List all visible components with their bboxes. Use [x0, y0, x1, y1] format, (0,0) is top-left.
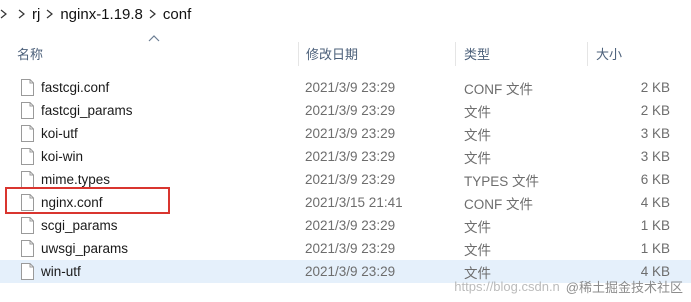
file-type: CONF 文件 — [464, 81, 533, 97]
file-modified: 2021/3/9 23:29 — [305, 149, 396, 164]
chevron-right-icon[interactable] — [0, 2, 8, 26]
file-size: 1 KB — [640, 218, 670, 233]
column-header-modified-label: 修改日期 — [306, 47, 359, 62]
column-header-size-label: 大小 — [596, 47, 623, 62]
chevron-right-icon[interactable] — [42, 2, 58, 26]
file-type: 文件 — [464, 127, 491, 143]
file-icon — [21, 263, 34, 280]
chevron-right-icon[interactable] — [14, 2, 30, 26]
file-modified: 2021/3/9 23:29 — [305, 126, 396, 141]
file-row[interactable]: fastcgi.conf 2021/3/9 23:29 CONF 文件 2 KB — [0, 76, 691, 99]
file-name: scgi_params — [41, 218, 118, 233]
file-icon — [21, 102, 34, 119]
file-icon — [21, 79, 34, 96]
watermark-brand: @稀土掘金技术社区 — [565, 280, 683, 295]
watermark-url: https://blog.csdn.n — [454, 279, 560, 294]
file-explorer-window: rj nginx-1.19.8 conf 名称 修改日期 类型 大小 fastc… — [0, 0, 691, 302]
file-modified: 2021/3/9 23:29 — [305, 80, 396, 95]
file-modified: 2021/3/9 23:29 — [305, 218, 396, 233]
file-modified: 2021/3/9 23:29 — [305, 241, 396, 256]
chevron-right-icon[interactable] — [145, 2, 161, 26]
file-modified: 2021/3/9 23:29 — [305, 264, 396, 279]
file-icon — [21, 125, 34, 142]
file-row[interactable]: koi-win 2021/3/9 23:29 文件 3 KB — [0, 145, 691, 168]
file-row[interactable]: koi-utf 2021/3/9 23:29 文件 3 KB — [0, 122, 691, 145]
file-row[interactable]: scgi_params 2021/3/9 23:29 文件 1 KB — [0, 214, 691, 237]
column-header-name[interactable]: 名称 — [0, 35, 299, 69]
column-header-size[interactable]: 大小 — [588, 38, 691, 69]
file-modified: 2021/3/9 23:29 — [305, 172, 396, 187]
file-size: 2 KB — [640, 103, 670, 118]
file-size: 6 KB — [640, 172, 670, 187]
column-header-name-label: 名称 — [17, 47, 44, 62]
sort-ascending-icon — [148, 35, 160, 42]
column-header-modified[interactable]: 修改日期 — [299, 38, 456, 69]
file-name: win-utf — [41, 264, 81, 279]
column-header-type[interactable]: 类型 — [456, 38, 588, 69]
file-size: 3 KB — [640, 126, 670, 141]
file-size: 4 KB — [640, 195, 670, 210]
file-name: koi-win — [41, 149, 84, 164]
breadcrumb-item-conf[interactable]: conf — [161, 2, 193, 26]
breadcrumb-item-nginx[interactable]: nginx-1.19.8 — [58, 2, 145, 26]
file-type: CONF 文件 — [464, 196, 533, 212]
breadcrumb: rj nginx-1.19.8 conf — [0, 0, 691, 28]
file-name: koi-utf — [41, 126, 78, 141]
file-row[interactable]: fastcgi_params 2021/3/9 23:29 文件 2 KB — [0, 99, 691, 122]
breadcrumb-item-rj[interactable]: rj — [30, 2, 42, 26]
file-name: uwsgi_params — [41, 241, 129, 256]
file-icon — [21, 217, 34, 234]
file-type: TYPES 文件 — [464, 173, 540, 189]
file-type: 文件 — [464, 219, 491, 235]
file-size: 3 KB — [640, 149, 670, 164]
file-modified: 2021/3/9 23:29 — [305, 103, 396, 118]
file-name: fastcgi.conf — [41, 80, 110, 95]
file-name: fastcgi_params — [41, 103, 133, 118]
file-icon — [21, 148, 34, 165]
file-size: 1 KB — [640, 241, 670, 256]
file-type: 文件 — [464, 150, 491, 166]
file-row[interactable]: uwsgi_params 2021/3/9 23:29 文件 1 KB — [0, 237, 691, 260]
file-size: 2 KB — [640, 80, 670, 95]
file-type: 文件 — [464, 242, 491, 258]
highlight-annotation-box — [5, 187, 170, 214]
file-modified: 2021/3/15 21:41 — [305, 195, 403, 210]
file-type: 文件 — [464, 104, 491, 120]
file-list: fastcgi.conf 2021/3/9 23:29 CONF 文件 2 KB… — [0, 76, 691, 283]
column-header-type-label: 类型 — [464, 47, 491, 62]
file-icon — [21, 240, 34, 257]
file-icon — [21, 171, 34, 188]
watermark: https://blog.csdn.n @稀土掘金技术社区 — [454, 277, 683, 296]
column-header: 名称 修改日期 类型 大小 — [0, 35, 691, 69]
